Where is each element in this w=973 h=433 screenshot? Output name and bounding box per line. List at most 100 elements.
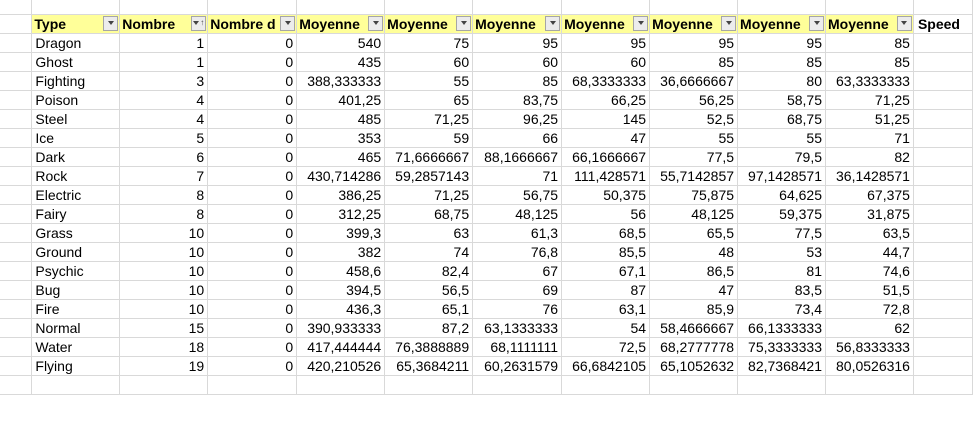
value-cell[interactable]: 10: [119, 298, 209, 319]
value-cell[interactable]: 86,5: [649, 260, 739, 281]
value-cell[interactable]: 66,25: [561, 89, 651, 110]
value-cell[interactable]: 0: [207, 51, 298, 72]
value-cell[interactable]: 0: [207, 89, 298, 110]
empty-cell[interactable]: [0, 70, 33, 91]
value-cell[interactable]: 55: [649, 127, 739, 148]
type-cell[interactable]: Flying: [31, 355, 121, 376]
value-cell[interactable]: 19: [119, 355, 209, 376]
column-header-8[interactable]: Moyenne: [737, 13, 826, 34]
empty-cell[interactable]: [912, 203, 973, 224]
empty-cell[interactable]: [912, 260, 973, 281]
value-cell[interactable]: 65,3684211: [384, 355, 474, 376]
empty-cell[interactable]: [0, 165, 33, 186]
value-cell[interactable]: 6: [119, 146, 209, 167]
empty-cell[interactable]: [649, 0, 739, 15]
value-cell[interactable]: 97,1428571: [737, 165, 826, 186]
empty-cell[interactable]: [0, 374, 33, 395]
type-cell[interactable]: Normal: [31, 317, 121, 338]
value-cell[interactable]: 1: [119, 51, 209, 72]
empty-cell[interactable]: [912, 222, 973, 243]
value-cell[interactable]: 0: [207, 203, 298, 224]
empty-cell[interactable]: [912, 298, 973, 319]
value-cell[interactable]: 485: [296, 108, 386, 129]
empty-cell[interactable]: [912, 108, 973, 129]
value-cell[interactable]: 60,2631579: [472, 355, 563, 376]
value-cell[interactable]: 0: [207, 127, 298, 148]
empty-cell[interactable]: [825, 374, 914, 395]
value-cell[interactable]: 420,210526: [296, 355, 386, 376]
value-cell[interactable]: 394,5: [296, 279, 386, 300]
empty-cell[interactable]: [825, 0, 914, 15]
value-cell[interactable]: 76,8: [472, 241, 563, 262]
value-cell[interactable]: 63,3333333: [825, 70, 914, 91]
value-cell[interactable]: 72,5: [561, 336, 651, 357]
value-cell[interactable]: 75,3333333: [737, 336, 826, 357]
value-cell[interactable]: 66: [472, 127, 563, 148]
value-cell[interactable]: 62: [825, 317, 914, 338]
value-cell[interactable]: 386,25: [296, 184, 386, 205]
value-cell[interactable]: 0: [207, 184, 298, 205]
value-cell[interactable]: 95: [737, 32, 826, 53]
value-cell[interactable]: 145: [561, 108, 651, 129]
value-cell[interactable]: 458,6: [296, 260, 386, 281]
value-cell[interactable]: 10: [119, 222, 209, 243]
empty-cell[interactable]: [912, 165, 973, 186]
value-cell[interactable]: 66,6842105: [561, 355, 651, 376]
type-cell[interactable]: Fighting: [31, 70, 121, 91]
column-header-0[interactable]: Type: [31, 13, 121, 34]
type-cell[interactable]: Water: [31, 336, 121, 357]
value-cell[interactable]: 68,2777778: [649, 336, 739, 357]
empty-cell[interactable]: [561, 374, 651, 395]
empty-cell[interactable]: [912, 241, 973, 262]
value-cell[interactable]: 540: [296, 32, 386, 53]
value-cell[interactable]: 4: [119, 89, 209, 110]
filter-dropdown-button[interactable]: [721, 15, 737, 31]
value-cell[interactable]: 44,7: [825, 241, 914, 262]
empty-cell[interactable]: [472, 0, 563, 15]
empty-cell[interactable]: [737, 374, 826, 395]
value-cell[interactable]: 85,9: [649, 298, 739, 319]
empty-cell[interactable]: [0, 260, 33, 281]
value-cell[interactable]: 75,875: [649, 184, 739, 205]
value-cell[interactable]: 87,2: [384, 317, 474, 338]
value-cell[interactable]: 77,5: [737, 222, 826, 243]
empty-cell[interactable]: [0, 51, 33, 72]
value-cell[interactable]: 312,25: [296, 203, 386, 224]
value-cell[interactable]: 18: [119, 336, 209, 357]
empty-cell[interactable]: [649, 374, 739, 395]
empty-cell[interactable]: [207, 374, 298, 395]
value-cell[interactable]: 436,3: [296, 298, 386, 319]
value-cell[interactable]: 66,1333333: [737, 317, 826, 338]
value-cell[interactable]: 60: [561, 51, 651, 72]
empty-cell[interactable]: [0, 108, 33, 129]
value-cell[interactable]: 382: [296, 241, 386, 262]
sort-filter-button[interactable]: ↑: [191, 15, 207, 31]
empty-cell[interactable]: [0, 279, 33, 300]
filter-dropdown-button[interactable]: [809, 15, 824, 31]
value-cell[interactable]: 3: [119, 70, 209, 91]
value-cell[interactable]: 10: [119, 279, 209, 300]
value-cell[interactable]: 52,5: [649, 108, 739, 129]
value-cell[interactable]: 63: [384, 222, 474, 243]
value-cell[interactable]: 88,1666667: [472, 146, 563, 167]
empty-cell[interactable]: [912, 184, 973, 205]
value-cell[interactable]: 82,4: [384, 260, 474, 281]
column-header-7[interactable]: Moyenne: [649, 13, 739, 34]
value-cell[interactable]: 47: [649, 279, 739, 300]
value-cell[interactable]: 465: [296, 146, 386, 167]
value-cell[interactable]: 53: [737, 241, 826, 262]
value-cell[interactable]: 54: [561, 317, 651, 338]
value-cell[interactable]: 68,1111111: [472, 336, 563, 357]
empty-cell[interactable]: [0, 355, 33, 376]
empty-cell[interactable]: [207, 0, 298, 15]
value-cell[interactable]: 36,1428571: [825, 165, 914, 186]
empty-cell[interactable]: [0, 241, 33, 262]
value-cell[interactable]: 82,7368421: [737, 355, 826, 376]
value-cell[interactable]: 87: [561, 279, 651, 300]
value-cell[interactable]: 79,5: [737, 146, 826, 167]
filter-dropdown-button[interactable]: [368, 15, 384, 31]
column-header-1[interactable]: Nombre ↑: [119, 13, 209, 34]
value-cell[interactable]: 72,8: [825, 298, 914, 319]
filter-dropdown-button[interactable]: [103, 15, 119, 31]
value-cell[interactable]: 85: [825, 32, 914, 53]
